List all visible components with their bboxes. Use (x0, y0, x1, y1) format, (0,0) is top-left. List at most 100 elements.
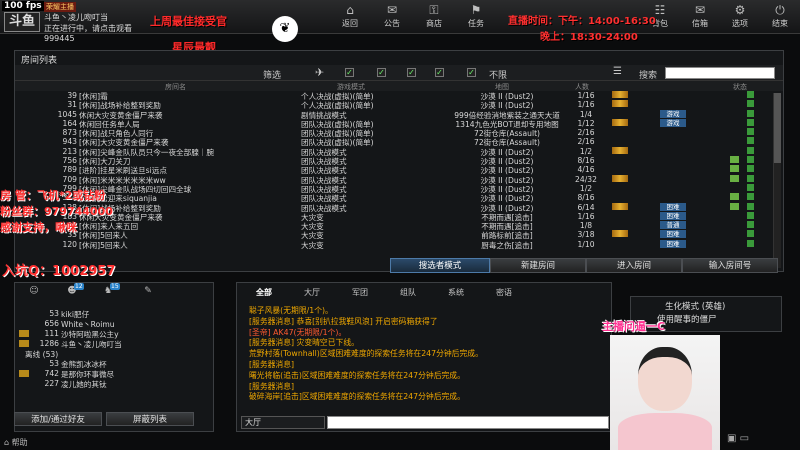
filter-checkbox-5[interactable]: ✓ (467, 68, 476, 77)
rank-badge-icon (612, 91, 628, 98)
room-row[interactable]: 183 休闲大灾变黄金僵尸来袭 大灾变 不期而遇[追击] 1/16 困难 (15, 211, 783, 222)
friends-tab-icon[interactable]: ☺ (21, 286, 47, 299)
room-row[interactable]: 314 [进阶]松迎来siquanjia 团队决战模式 沙漠 II (Dust2) 8/… (15, 193, 783, 203)
nav-3-button[interactable]: ⚑ 任务 (456, 3, 496, 31)
clan-tab-icon[interactable]: ♞ 15 (95, 283, 121, 299)
user-status[interactable]: 正在进行中，请点击观看 (44, 23, 144, 34)
enter-room-icon[interactable] (747, 174, 754, 182)
room-row[interactable]: 756 [休闲]大刀关刀 团队决战模式 沙漠 II (Dust2) 8/16 (15, 156, 783, 166)
chat-tab[interactable]: 组队 (387, 287, 429, 299)
difficulty-badge: 困难 (660, 230, 686, 239)
help-link[interactable]: ⌂ 帮助 (4, 437, 28, 448)
enter-room-icon[interactable] (747, 183, 754, 191)
filter-no-limit[interactable]: 不限 (489, 68, 507, 81)
friend-item[interactable]: 53 金熊凯冰冰杯 (15, 359, 213, 369)
edit-tab-icon[interactable]: ✎ (135, 286, 161, 299)
room-row[interactable]: 709 [休闲]米米米米米米米ww 团队决战模式 沙漠 II (Dust2) 24/32 (15, 174, 783, 185)
room-count: 1/16 (577, 100, 595, 110)
room-number: 943 (62, 137, 78, 147)
room-count: 1/10 (577, 239, 595, 249)
list-icon[interactable]: ☰ (613, 66, 622, 77)
nav-7-icon: ⏻ (775, 3, 785, 17)
chat-tab[interactable]: 密语 (483, 287, 525, 299)
room-row[interactable]: 1045 休闲大灾变黄金僵尸来袭 剧情挑战模式 999倍经验消地紫装之通天大道 1/4 游… (15, 109, 783, 120)
room-row[interactable]: 120 [休闲]5回来人 大灾变 厨毒之伤[追击] 1/10 困难 (15, 239, 783, 250)
enter-room-icon[interactable] (747, 221, 754, 229)
nav-6-button[interactable]: ⚙ 选项 (720, 3, 760, 31)
new-room-button[interactable]: 新建房间 (490, 258, 586, 273)
enter-room-icon[interactable] (747, 137, 754, 145)
enter-room-icon[interactable] (747, 165, 754, 173)
friend-item[interactable]: 53 kiki肥仔 (15, 309, 213, 319)
room-row[interactable]: 213 [休闲]尖峰金队队员只今一夜全部腺｜腕 团队决战模式 沙漠 II (Dust2… (15, 146, 783, 157)
block-list-button[interactable]: 屏蔽列表 (106, 412, 194, 426)
room-row[interactable]: 31 [休闲]战场补给整到奖励 个人决战(虚拟)(简单) 沙漠 II (Dust2) 1… (15, 100, 783, 110)
overlay-fans: 粉丝群：979744000 (0, 205, 113, 218)
room-row[interactable]: 789 [进阶]挂星米刷送旦si远点 团队决战模式 沙漠 II (Dust2) 4/16 (15, 165, 783, 175)
room-row[interactable]: 88 [休闲]来人来五回 大灾变 不期而遇[追击] 1/8 普通 (15, 221, 783, 231)
nav-2-button[interactable]: ⚿ 商店 (414, 3, 454, 31)
group-tab-icon[interactable]: ☻ 12 (59, 283, 85, 299)
enter-room-icon[interactable] (747, 146, 754, 154)
room-count: 1/2 (579, 183, 593, 193)
nav-1-button[interactable]: ✉ 公告 (372, 3, 412, 31)
chat-tab[interactable]: 系统 (435, 287, 477, 299)
room-count: 4/16 (577, 165, 595, 175)
friend-item[interactable]: 656 White丶Roimu (15, 319, 213, 329)
enter-room-icon[interactable] (747, 239, 754, 247)
enter-room-icon[interactable] (747, 230, 754, 238)
chat-channel-select[interactable]: 大厅 (241, 416, 325, 429)
chat-tab[interactable]: 大厅 (291, 287, 333, 299)
friend-level: 656 (44, 319, 60, 328)
nav-5-button[interactable]: ✉ 信箱 (680, 3, 720, 31)
filter-checkbox-1[interactable]: ✓ (345, 68, 354, 77)
friend-item[interactable]: 1286 斗鱼丶凌儿吻叮当 (15, 339, 213, 349)
room-row[interactable]: 39 [休闲]霜 个人决战(虚拟)(简单) 沙漠 II (Dust2) 1/16 (15, 91, 783, 101)
enter-room-icon[interactable] (747, 202, 754, 210)
room-search-input[interactable] (665, 67, 775, 79)
overlay-thanks: 感谢支持，啾咪 (0, 221, 77, 234)
search-label: 搜索 (639, 71, 658, 81)
bird-logo-icon: ❦ (272, 16, 298, 42)
enter-room-icon[interactable] (747, 156, 754, 164)
add-friend-button[interactable]: 添加/通过好友 (14, 412, 102, 426)
room-row[interactable]: 799 [休闲]尖峰金队战场四切回四全球 团队决战模式 沙漠 II (Dust2) 1/… (15, 183, 783, 194)
enter-room-icon[interactable] (747, 193, 754, 201)
quick-match-button[interactable]: 搜选者模式 (390, 258, 490, 273)
chat-tab[interactable]: 军团 (339, 287, 381, 299)
enter-room-icon[interactable] (747, 100, 754, 108)
enter-room-number-button[interactable]: 输入房间号 (682, 258, 778, 273)
thumbs-up-icon (730, 174, 739, 182)
scrollbar-thumb[interactable] (774, 93, 781, 163)
friend-item[interactable]: 742 是那你环事微尽 (15, 369, 213, 379)
nav-0-button[interactable]: ⌂ 返回 (330, 3, 370, 31)
friend-item[interactable]: 227 凌儿她的其钛 (15, 379, 213, 389)
filter-checkbox-2[interactable]: ✓ (377, 68, 386, 77)
room-row[interactable]: 943 [休闲]大灾变黄金僵尸来袭 团队决战(虚拟)(简单) 72街仓库(Assaul… (15, 137, 783, 147)
room-row[interactable]: 873 [休闲]战只角色人同行 团队决战(虚拟)(简单) 72街仓库(Assault)… (15, 128, 783, 138)
nav-7-button[interactable]: ⏻ 结束 (760, 3, 800, 31)
room-table-header: 房间名 游戏模式 地图 人数 状态 (15, 81, 783, 91)
enter-room-icon[interactable] (747, 211, 754, 219)
nav-6-label: 选项 (732, 19, 748, 28)
chat-tab[interactable]: 全部 (243, 287, 285, 299)
friend-item[interactable]: 111 沙特阿啦黑公主y (15, 329, 213, 339)
enter-room-icon[interactable] (747, 128, 754, 136)
room-row[interactable]: 164 休闲回任务单人局 团队决战(虚拟)(简单) 1314九色光BOT退却专用地图 1… (15, 118, 783, 129)
difficulty-badge: 困难 (660, 202, 686, 211)
enter-room-button[interactable]: 进入房间 (586, 258, 682, 273)
filter-checkbox-4[interactable]: ✓ (435, 68, 444, 77)
filter-checkbox-3[interactable]: ✓ (407, 68, 416, 77)
fps-counter: 100 fps (2, 1, 44, 11)
gamepad-icon[interactable]: ▣ (727, 433, 736, 444)
room-list-scrollbar[interactable] (773, 93, 781, 268)
enter-room-icon[interactable] (747, 91, 754, 98)
enter-room-icon[interactable] (747, 109, 754, 117)
enter-room-icon[interactable] (747, 118, 754, 126)
chat-input[interactable] (327, 416, 609, 429)
friend-section-offline[interactable]: 离线 (53) (15, 349, 213, 359)
room-row[interactable]: 128 [休闲]战场补给整到奖励 团队决战模式 沙漠 II (Dust2) 6/14 困难 (15, 202, 783, 213)
room-row[interactable]: 33 [休闲]5回来人 大灾变 前路标前[追击] 3/18 困难 (15, 230, 783, 240)
chat-message: [服务器消息] (249, 381, 295, 391)
friend-name: 凌儿她的其钛 (61, 380, 107, 389)
